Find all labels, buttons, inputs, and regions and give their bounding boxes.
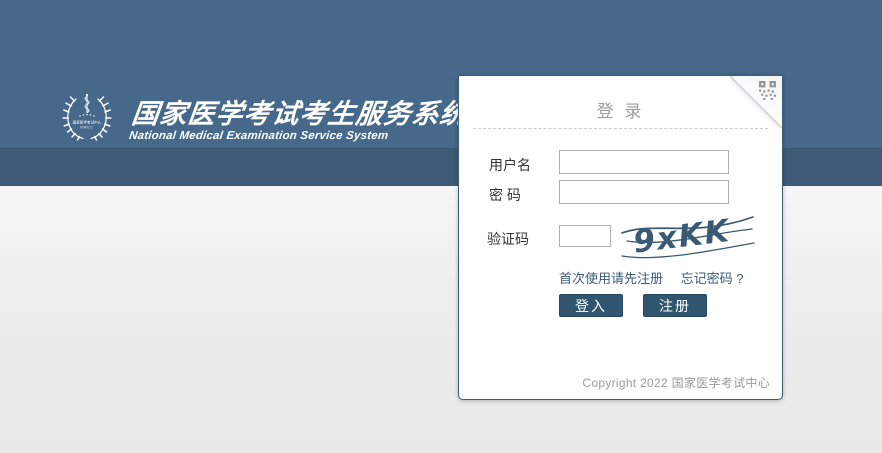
username-label: 用户名 (489, 155, 531, 175)
password-label: 密 码 (489, 185, 521, 205)
login-button[interactable]: 登入 (559, 294, 623, 317)
captcha-image[interactable]: 9xKK (619, 208, 757, 262)
captcha-input[interactable] (559, 225, 611, 247)
login-title: 登 录 (459, 97, 782, 122)
copyright-text: Copyright 2022 国家医学考试中心 (582, 374, 770, 391)
nmec-emblem-icon: 国家医学考试中心 NMEC (62, 91, 112, 143)
username-input[interactable] (559, 150, 729, 174)
site-title: 国家医学考试考生服务系统 (130, 99, 470, 129)
forgot-password-link[interactable]: 忘记密码 ? (681, 271, 744, 286)
password-input[interactable] (559, 180, 729, 204)
captcha-text: 9xKK (631, 213, 732, 261)
site-subtitle: National Medical Examination Service Sys… (128, 130, 465, 142)
register-button[interactable]: 注册 (643, 294, 707, 317)
captcha-label: 验证码 (487, 229, 529, 249)
logo-text-en: NMEC (80, 126, 93, 130)
register-hint-link[interactable]: 首次使用请先注册 (559, 271, 663, 286)
helper-links: 首次使用请先注册 忘记密码 ? (559, 268, 769, 287)
logo-text-cn: 国家医学考试中心 (73, 120, 102, 125)
login-panel: 登 录 用户名 密 码 验证码 9xKK 首次使用请先注册 忘记密码 ? 登入 … (458, 75, 783, 400)
site-title-block: 国家医学考试考生服务系统 National Medical Examinatio… (128, 99, 469, 142)
title-divider (473, 128, 768, 129)
page: 国家医学考试中心 NMEC 国家医学考试考生服务系统 National Medi… (0, 0, 882, 453)
